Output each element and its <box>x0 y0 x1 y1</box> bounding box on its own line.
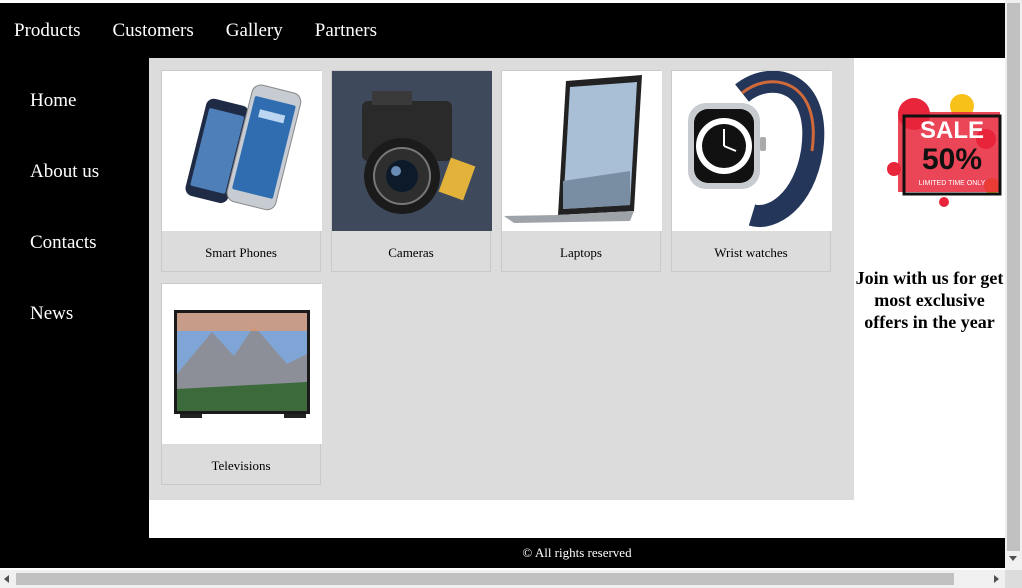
smartwatch-image <box>672 71 832 231</box>
sale-word: SALE <box>920 117 984 144</box>
scroll-left-icon[interactable] <box>4 575 9 583</box>
laptop-image <box>502 71 662 231</box>
scrollbar-corner <box>1005 570 1022 588</box>
product-card-cameras[interactable]: Cameras <box>331 70 492 272</box>
product-label: Wrist watches <box>714 245 788 260</box>
promo-aside: SALE 50% LIMITED TIME ONLY Join with us … <box>854 58 1005 538</box>
nav-item-partners[interactable]: Partners <box>315 20 377 42</box>
product-label: Televisions <box>211 458 271 473</box>
sidebar-item-about-us[interactable]: About us <box>30 161 99 183</box>
sidebar-item-news[interactable]: News <box>30 303 73 325</box>
nav-item-products[interactable]: Products <box>14 20 81 42</box>
top-navigation-bar: Products Customers Gallery Partners <box>0 3 1005 58</box>
product-card-laptops[interactable]: Laptops <box>501 70 662 272</box>
product-grid: Smart Phones Cameras Laptops Wrist watch… <box>149 58 854 500</box>
smartphone-image <box>162 71 322 231</box>
product-label: Laptops <box>560 245 602 260</box>
footer-sidebar-extension <box>0 538 149 568</box>
camera-image <box>332 71 492 231</box>
promo-text: Join with us for get most exclusive offe… <box>855 268 1004 332</box>
horizontal-scroll-thumb[interactable] <box>16 573 954 585</box>
scroll-right-icon[interactable] <box>994 575 999 583</box>
sale-percent: 50% <box>922 143 982 176</box>
product-card-smart-phones[interactable]: Smart Phones <box>161 70 322 272</box>
nav-item-gallery[interactable]: Gallery <box>226 20 283 42</box>
product-card-televisions[interactable]: Televisions <box>161 283 322 485</box>
product-label: Cameras <box>388 245 434 260</box>
television-image <box>162 284 322 444</box>
sidebar-item-home[interactable]: Home <box>30 90 76 112</box>
scroll-down-icon[interactable] <box>1009 556 1017 561</box>
product-card-wrist-watches[interactable]: Wrist watches <box>671 70 832 272</box>
footer: © All rights reserved <box>149 538 1005 568</box>
footer-copyright: © All rights reserved <box>522 545 632 560</box>
vertical-scroll-thumb[interactable] <box>1007 3 1020 551</box>
sale-banner-image: SALE 50% LIMITED TIME ONLY <box>887 94 1002 207</box>
sale-note: LIMITED TIME ONLY <box>919 180 986 187</box>
sidebar-item-contacts[interactable]: Contacts <box>30 232 97 254</box>
horizontal-scrollbar[interactable] <box>0 570 1022 588</box>
vertical-scrollbar[interactable] <box>1005 0 1022 570</box>
product-label: Smart Phones <box>205 245 277 260</box>
nav-item-customers[interactable]: Customers <box>113 20 194 42</box>
sidebar: Home About us Contacts News <box>0 58 149 538</box>
